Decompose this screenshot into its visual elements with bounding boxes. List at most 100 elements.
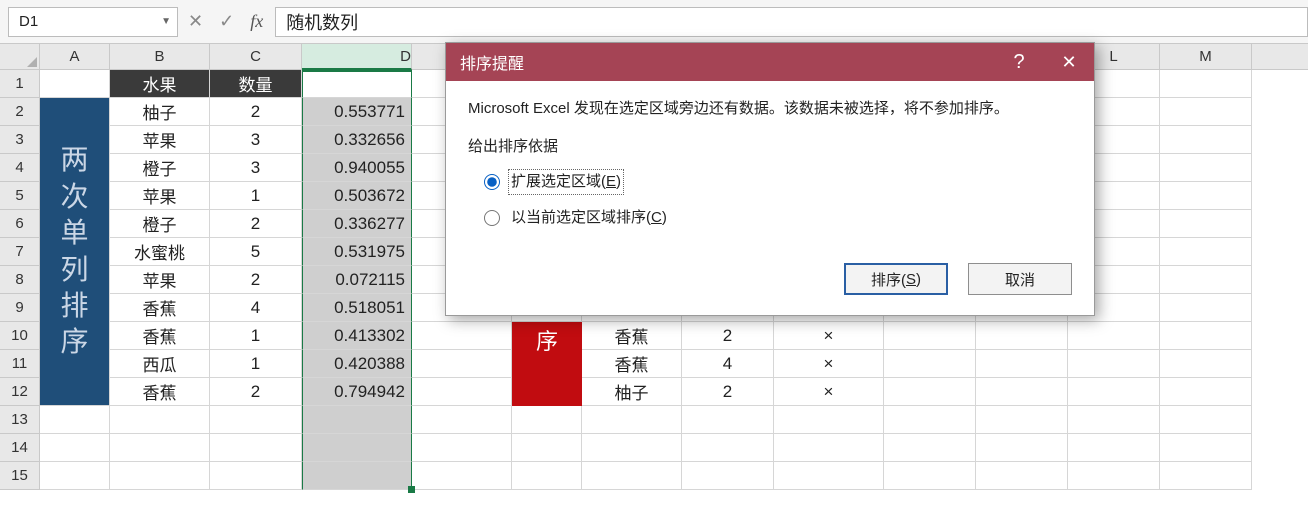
radio-input-current[interactable]: [484, 210, 500, 226]
cell[interactable]: 0.420388: [302, 350, 412, 378]
cell[interactable]: [1068, 322, 1160, 350]
cell[interactable]: 橙子: [110, 154, 210, 182]
column-header[interactable]: B: [110, 44, 210, 69]
cell[interactable]: [110, 462, 210, 490]
accept-entry-icon[interactable]: ✓: [219, 11, 234, 32]
cell[interactable]: [884, 350, 976, 378]
row-header[interactable]: 2: [0, 98, 40, 126]
cell[interactable]: [110, 434, 210, 462]
cell[interactable]: 柚子: [582, 378, 682, 406]
close-icon[interactable]: ✕: [1044, 43, 1094, 81]
cell[interactable]: [884, 322, 976, 350]
cell[interactable]: 0.332656: [302, 126, 412, 154]
cell[interactable]: 0.336277: [302, 210, 412, 238]
cell[interactable]: [302, 434, 412, 462]
cell[interactable]: 0.531975: [302, 238, 412, 266]
cell[interactable]: [302, 462, 412, 490]
cell[interactable]: 柚子: [110, 98, 210, 126]
cancel-button[interactable]: 取消: [968, 263, 1072, 295]
row-header[interactable]: 11: [0, 350, 40, 378]
cell[interactable]: [1160, 322, 1252, 350]
cell[interactable]: 3: [210, 154, 302, 182]
cell[interactable]: [40, 406, 110, 434]
cancel-entry-icon[interactable]: ✕: [188, 11, 203, 32]
cell[interactable]: 4: [682, 350, 774, 378]
cell[interactable]: 4: [210, 294, 302, 322]
cell[interactable]: [1160, 406, 1252, 434]
chevron-down-icon[interactable]: ▼: [161, 16, 171, 27]
cell[interactable]: [512, 434, 582, 462]
cell[interactable]: [1160, 238, 1252, 266]
cell[interactable]: [412, 322, 512, 350]
cell[interactable]: [976, 434, 1068, 462]
row-header[interactable]: 12: [0, 378, 40, 406]
cell[interactable]: [210, 434, 302, 462]
cell[interactable]: [1160, 182, 1252, 210]
cell[interactable]: [40, 434, 110, 462]
column-header[interactable]: M: [1160, 44, 1252, 69]
cell[interactable]: [1160, 294, 1252, 322]
cell[interactable]: 0.413302: [302, 322, 412, 350]
cell[interactable]: 1: [210, 322, 302, 350]
radio-option-expand[interactable]: 扩展选定区域(E): [484, 169, 1072, 195]
cell[interactable]: 数量: [210, 70, 302, 98]
cell[interactable]: [884, 434, 976, 462]
cell[interactable]: 2: [682, 378, 774, 406]
cell[interactable]: [976, 350, 1068, 378]
cell[interactable]: [412, 434, 512, 462]
column-header[interactable]: C: [210, 44, 302, 69]
cell[interactable]: [976, 378, 1068, 406]
cell[interactable]: ×: [774, 378, 884, 406]
cell[interactable]: ×: [774, 322, 884, 350]
cell[interactable]: [682, 434, 774, 462]
cell[interactable]: [1160, 462, 1252, 490]
cell[interactable]: ×: [774, 350, 884, 378]
cell[interactable]: [582, 406, 682, 434]
cell[interactable]: 随机数列: [302, 70, 412, 98]
cell[interactable]: 香蕉: [110, 378, 210, 406]
cell[interactable]: 香蕉: [110, 322, 210, 350]
cell[interactable]: [582, 434, 682, 462]
cell[interactable]: 苹果: [110, 266, 210, 294]
cell[interactable]: 西瓜: [110, 350, 210, 378]
cell[interactable]: [40, 70, 110, 98]
cell[interactable]: [1160, 70, 1252, 98]
cell[interactable]: [1160, 350, 1252, 378]
cell[interactable]: [412, 378, 512, 406]
cell[interactable]: 2: [210, 266, 302, 294]
cell[interactable]: [1160, 98, 1252, 126]
cell[interactable]: 0.794942: [302, 378, 412, 406]
row-header[interactable]: 15: [0, 462, 40, 490]
row-header[interactable]: 13: [0, 406, 40, 434]
cell[interactable]: 香蕉: [582, 322, 682, 350]
row-header[interactable]: 1: [0, 70, 40, 98]
cell[interactable]: [1160, 126, 1252, 154]
row-header[interactable]: 7: [0, 238, 40, 266]
cell[interactable]: 0.518051: [302, 294, 412, 322]
cell[interactable]: [1160, 154, 1252, 182]
fx-icon[interactable]: fx: [250, 11, 263, 32]
name-box[interactable]: D1 ▼: [8, 7, 178, 37]
column-header[interactable]: A: [40, 44, 110, 69]
formula-input[interactable]: 随机数列: [275, 7, 1308, 37]
cell[interactable]: [884, 406, 976, 434]
row-header[interactable]: 10: [0, 322, 40, 350]
cell[interactable]: [976, 406, 1068, 434]
cell[interactable]: [1068, 434, 1160, 462]
cell[interactable]: [682, 462, 774, 490]
cell[interactable]: [884, 462, 976, 490]
cell[interactable]: 0.553771: [302, 98, 412, 126]
cell[interactable]: [1068, 462, 1160, 490]
cell[interactable]: 5: [210, 238, 302, 266]
cell[interactable]: [512, 406, 582, 434]
cell[interactable]: 1: [210, 350, 302, 378]
cell[interactable]: [976, 462, 1068, 490]
cell[interactable]: [682, 406, 774, 434]
cell[interactable]: 2: [682, 322, 774, 350]
row-header[interactable]: 6: [0, 210, 40, 238]
cell[interactable]: [1160, 210, 1252, 238]
cell[interactable]: [1160, 266, 1252, 294]
row-header[interactable]: 4: [0, 154, 40, 182]
cell[interactable]: [412, 350, 512, 378]
row-header[interactable]: 8: [0, 266, 40, 294]
